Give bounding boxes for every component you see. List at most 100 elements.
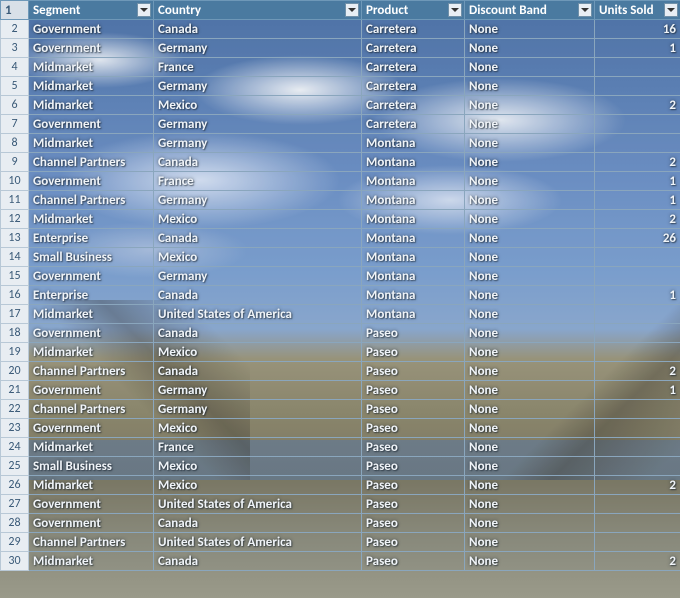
- cell-product[interactable]: Paseo: [362, 400, 465, 419]
- row-number[interactable]: 15: [1, 267, 29, 286]
- cell-discount[interactable]: None: [465, 229, 595, 248]
- cell-product[interactable]: Montana: [362, 229, 465, 248]
- cell-product[interactable]: Paseo: [362, 457, 465, 476]
- filter-dropdown-icon[interactable]: [345, 3, 359, 17]
- row-number[interactable]: 28: [1, 514, 29, 533]
- cell-country[interactable]: Mexico: [154, 248, 362, 267]
- cell-country[interactable]: Germany: [154, 400, 362, 419]
- cell-discount[interactable]: None: [465, 286, 595, 305]
- col-header-units-sold[interactable]: Units Sold: [595, 1, 680, 20]
- col-header-discount-band[interactable]: Discount Band: [465, 1, 595, 20]
- cell-units[interactable]: 1: [595, 39, 680, 58]
- cell-country[interactable]: Canada: [154, 324, 362, 343]
- cell-product[interactable]: Paseo: [362, 514, 465, 533]
- cell-discount[interactable]: None: [465, 248, 595, 267]
- cell-segment[interactable]: Government: [29, 381, 154, 400]
- cell-country[interactable]: Canada: [154, 153, 362, 172]
- cell-country[interactable]: Germany: [154, 191, 362, 210]
- cell-country[interactable]: United States of America: [154, 533, 362, 552]
- cell-units[interactable]: 1: [595, 381, 680, 400]
- cell-units[interactable]: 2: [595, 552, 680, 571]
- cell-segment[interactable]: Channel Partners: [29, 533, 154, 552]
- row-number[interactable]: 17: [1, 305, 29, 324]
- cell-product[interactable]: Paseo: [362, 381, 465, 400]
- cell-product[interactable]: Carretera: [362, 115, 465, 134]
- cell-units[interactable]: 2: [595, 96, 680, 115]
- cell-product[interactable]: Paseo: [362, 438, 465, 457]
- cell-discount[interactable]: None: [465, 343, 595, 362]
- cell-segment[interactable]: Midmarket: [29, 96, 154, 115]
- cell-country[interactable]: Germany: [154, 267, 362, 286]
- cell-discount[interactable]: None: [465, 153, 595, 172]
- cell-segment[interactable]: Channel Partners: [29, 153, 154, 172]
- row-number[interactable]: 8: [1, 134, 29, 153]
- cell-country[interactable]: France: [154, 438, 362, 457]
- cell-units[interactable]: [595, 495, 680, 514]
- filter-dropdown-icon[interactable]: [664, 3, 678, 17]
- cell-product[interactable]: Montana: [362, 210, 465, 229]
- cell-units[interactable]: 1: [595, 286, 680, 305]
- cell-country[interactable]: Germany: [154, 134, 362, 153]
- row-number[interactable]: 6: [1, 96, 29, 115]
- cell-segment[interactable]: Midmarket: [29, 476, 154, 495]
- cell-country[interactable]: Germany: [154, 381, 362, 400]
- cell-country[interactable]: Canada: [154, 229, 362, 248]
- row-number[interactable]: 22: [1, 400, 29, 419]
- cell-country[interactable]: Canada: [154, 20, 362, 39]
- cell-units[interactable]: 2: [595, 210, 680, 229]
- row-number[interactable]: 12: [1, 210, 29, 229]
- cell-discount[interactable]: None: [465, 362, 595, 381]
- cell-segment[interactable]: Government: [29, 172, 154, 191]
- cell-segment[interactable]: Channel Partners: [29, 400, 154, 419]
- cell-country[interactable]: Germany: [154, 77, 362, 96]
- cell-units[interactable]: [595, 343, 680, 362]
- row-number[interactable]: 13: [1, 229, 29, 248]
- cell-country[interactable]: United States of America: [154, 495, 362, 514]
- cell-country[interactable]: Canada: [154, 286, 362, 305]
- cell-country[interactable]: France: [154, 172, 362, 191]
- cell-discount[interactable]: None: [465, 400, 595, 419]
- cell-product[interactable]: Carretera: [362, 20, 465, 39]
- row-number[interactable]: 20: [1, 362, 29, 381]
- cell-discount[interactable]: None: [465, 438, 595, 457]
- cell-segment[interactable]: Midmarket: [29, 438, 154, 457]
- cell-country[interactable]: United States of America: [154, 305, 362, 324]
- cell-discount[interactable]: None: [465, 58, 595, 77]
- col-header-country[interactable]: Country: [154, 1, 362, 20]
- cell-segment[interactable]: Midmarket: [29, 552, 154, 571]
- cell-units[interactable]: 2: [595, 362, 680, 381]
- cell-segment[interactable]: Midmarket: [29, 134, 154, 153]
- cell-country[interactable]: France: [154, 58, 362, 77]
- cell-units[interactable]: [595, 438, 680, 457]
- cell-discount[interactable]: None: [465, 134, 595, 153]
- cell-units[interactable]: [595, 77, 680, 96]
- cell-units[interactable]: [595, 457, 680, 476]
- cell-units[interactable]: [595, 248, 680, 267]
- cell-discount[interactable]: None: [465, 495, 595, 514]
- cell-units[interactable]: 1: [595, 191, 680, 210]
- cell-product[interactable]: Carretera: [362, 77, 465, 96]
- cell-discount[interactable]: None: [465, 267, 595, 286]
- filter-dropdown-icon[interactable]: [578, 3, 592, 17]
- cell-segment[interactable]: Enterprise: [29, 229, 154, 248]
- cell-country[interactable]: Germany: [154, 115, 362, 134]
- cell-discount[interactable]: None: [465, 514, 595, 533]
- cell-product[interactable]: Paseo: [362, 419, 465, 438]
- cell-units[interactable]: 2: [595, 476, 680, 495]
- cell-product[interactable]: Paseo: [362, 362, 465, 381]
- cell-segment[interactable]: Small Business: [29, 248, 154, 267]
- cell-segment[interactable]: Midmarket: [29, 305, 154, 324]
- cell-product[interactable]: Paseo: [362, 324, 465, 343]
- col-header-segment[interactable]: Segment: [29, 1, 154, 20]
- cell-discount[interactable]: None: [465, 172, 595, 191]
- cell-discount[interactable]: None: [465, 210, 595, 229]
- cell-segment[interactable]: Midmarket: [29, 58, 154, 77]
- cell-units[interactable]: [595, 514, 680, 533]
- cell-product[interactable]: Montana: [362, 191, 465, 210]
- cell-country[interactable]: Canada: [154, 552, 362, 571]
- cell-country[interactable]: Mexico: [154, 96, 362, 115]
- cell-product[interactable]: Montana: [362, 134, 465, 153]
- row-number[interactable]: 11: [1, 191, 29, 210]
- col-header-product[interactable]: Product: [362, 1, 465, 20]
- cell-product[interactable]: Carretera: [362, 58, 465, 77]
